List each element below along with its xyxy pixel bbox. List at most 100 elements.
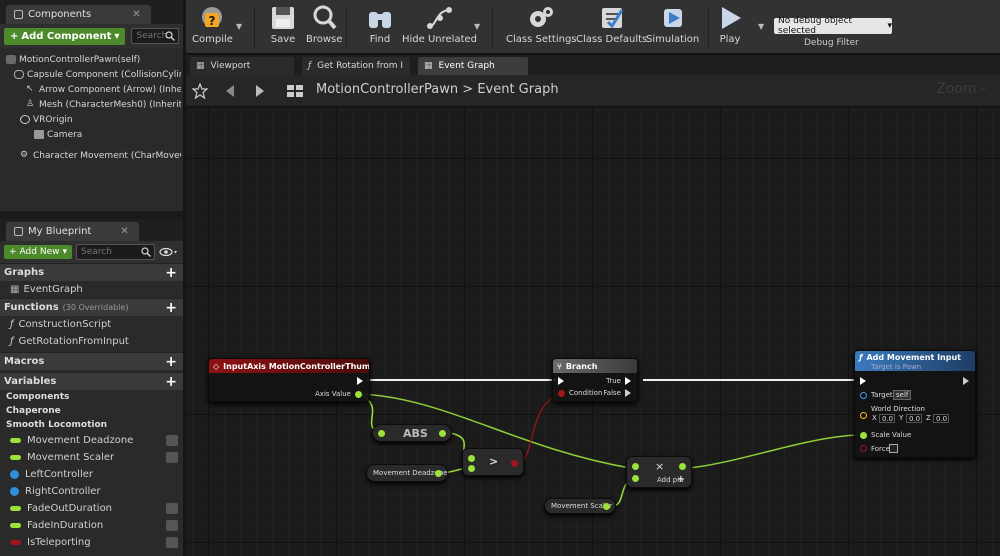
force-checkbox[interactable] (889, 444, 898, 453)
variable-item[interactable]: FadeOutDuration (0, 500, 183, 517)
back-arrow-icon[interactable] (222, 83, 238, 99)
compile-options-icon[interactable]: ▼ (236, 22, 242, 31)
compile-button[interactable]: ? Compile (192, 4, 233, 45)
variable-item[interactable]: LeftController (0, 466, 183, 483)
variable-category-smooth-locomotion[interactable]: Smooth Locomotion (0, 418, 183, 432)
myblueprint-search[interactable] (76, 244, 155, 260)
tree-item-camera[interactable]: Camera (2, 127, 181, 142)
find-button[interactable]: Find (366, 4, 394, 45)
exec-in-pin[interactable] (860, 377, 866, 385)
vector-y-field[interactable]: 0.0 (906, 414, 922, 423)
hide-unrelated-button[interactable]: Hide Unrelated (402, 4, 477, 45)
compare-a-pin[interactable] (468, 455, 475, 462)
debug-object-select[interactable]: No debug object selected ▾ (774, 16, 892, 36)
variable-item[interactable]: Movement Deadzone (0, 432, 183, 449)
node-input-axis[interactable]: ◇ InputAxis MotionControllerThumbLeft_X … (208, 358, 370, 402)
tree-item-mesh[interactable]: ♙ Mesh (CharacterMesh0) (Inherited) (2, 97, 181, 112)
components-search[interactable] (131, 28, 179, 44)
condition-pin[interactable] (558, 390, 565, 397)
variable-item[interactable]: Movement Scaler (0, 449, 183, 466)
visibility-toggle-icon[interactable] (166, 537, 178, 548)
tab-get-rotation[interactable]: ƒ Get Rotation from I (302, 57, 410, 75)
panel-divider[interactable] (0, 211, 183, 219)
tab-event-graph[interactable]: ▦ Event Graph (418, 57, 528, 75)
add-variable-icon[interactable]: + (165, 374, 177, 390)
exec-in-pin[interactable] (558, 377, 564, 385)
world-direction-pin[interactable] (860, 412, 867, 419)
browse-button[interactable]: Browse (306, 4, 342, 45)
tab-viewport[interactable]: ▦ Viewport (190, 57, 294, 75)
hide-unrelated-options-icon[interactable]: ▼ (474, 22, 480, 31)
node-scaler-getter[interactable]: Movement Scaler (544, 498, 616, 514)
breadcrumb-graph[interactable]: Event Graph (477, 82, 558, 97)
breadcrumb-blueprint[interactable]: MotionControllerPawn (316, 82, 458, 97)
force-pin[interactable] (860, 445, 867, 452)
function-item-construction[interactable]: ƒ ConstructionScript (0, 316, 183, 333)
components-tab[interactable]: Components ✕ (6, 5, 151, 24)
event-graph-canvas[interactable]: ◇ InputAxis MotionControllerThumbLeft_X … (186, 108, 1000, 556)
myblueprint-tab[interactable]: My Blueprint ✕ (6, 222, 139, 241)
add-new-button[interactable]: + Add New ▾ (4, 245, 72, 259)
tree-item-charmove[interactable]: ⚙ Character Movement (CharMoveCom (2, 148, 181, 163)
node-greater-than[interactable]: > (462, 448, 524, 476)
variable-item[interactable]: FadeInDuration (0, 517, 183, 534)
abs-out-pin[interactable] (439, 430, 446, 437)
class-defaults-button[interactable]: Class Defaults (576, 4, 647, 45)
node-deadzone-getter[interactable]: Movement Deadzone (366, 464, 448, 482)
eye-icon[interactable] (159, 247, 179, 257)
abs-in-pin[interactable] (378, 430, 385, 437)
graphs-section[interactable]: Graphs + (0, 263, 183, 281)
add-macro-icon[interactable]: + (165, 354, 177, 370)
compare-b-pin[interactable] (468, 465, 475, 472)
exec-out-pin[interactable] (963, 377, 969, 385)
close-icon[interactable]: ✕ (132, 9, 140, 20)
tree-item-arrow[interactable]: ↖ Arrow Component (Arrow) (Inherite (2, 82, 181, 97)
scaler-out-pin[interactable] (603, 503, 610, 510)
tree-item-capsule[interactable]: Capsule Component (CollisionCylinde (2, 67, 181, 82)
tree-item-self[interactable]: MotionControllerPawn(self) (2, 52, 181, 67)
add-component-button[interactable]: + Add Component ▾ (4, 27, 126, 45)
node-multiply[interactable]: × Add pin + (626, 456, 692, 488)
node-branch[interactable]: ⑂ Branch True Condition False (552, 358, 638, 402)
visibility-toggle-icon[interactable] (166, 435, 178, 446)
variable-item[interactable]: RightController (0, 483, 183, 500)
compare-out-pin[interactable] (511, 460, 518, 467)
functions-section[interactable]: Functions (30 Overridable) + (0, 298, 183, 316)
tree-item-vrorigin[interactable]: VROrigin (2, 112, 181, 127)
true-pin[interactable] (625, 377, 631, 385)
false-pin[interactable] (625, 389, 631, 397)
variable-category-chaperone[interactable]: Chaperone (0, 404, 183, 418)
macros-section[interactable]: Macros + (0, 352, 183, 370)
star-icon[interactable] (192, 83, 208, 99)
target-pin[interactable] (860, 392, 867, 399)
exec-out-pin[interactable] (357, 377, 363, 385)
visibility-toggle-icon[interactable] (166, 520, 178, 531)
variable-item[interactable]: IsTeleporting (0, 534, 183, 551)
node-abs[interactable]: ABS (372, 424, 452, 442)
vector-z-field[interactable]: 0.0 (933, 414, 949, 423)
visibility-toggle-icon[interactable] (166, 452, 178, 463)
variable-category-components[interactable]: Components (0, 390, 183, 404)
simulation-button[interactable]: Simulation (646, 4, 699, 45)
node-add-movement-input[interactable]: ƒ Add Movement Input Target is Pawn Targ… (854, 350, 976, 458)
play-button[interactable]: Play (716, 4, 744, 45)
deadzone-out-pin[interactable] (435, 470, 442, 477)
scale-value-pin[interactable] (860, 432, 867, 439)
graph-item-eventgraph[interactable]: ▦ EventGraph (0, 281, 183, 298)
multiply-b-pin[interactable] (632, 475, 639, 482)
axis-value-pin[interactable] (355, 391, 362, 398)
close-icon[interactable]: ✕ (120, 226, 128, 237)
forward-arrow-icon[interactable] (252, 83, 268, 99)
class-settings-button[interactable]: Class Settings (506, 4, 577, 45)
plus-icon[interactable]: + (677, 474, 685, 485)
function-item-getrotation[interactable]: ƒ GetRotationFromInput (0, 333, 183, 350)
multiply-a-pin[interactable] (632, 463, 639, 470)
visibility-toggle-icon[interactable] (166, 503, 178, 514)
vector-x-field[interactable]: 0.0 (879, 414, 895, 423)
multiply-out-pin[interactable] (679, 463, 686, 470)
save-button[interactable]: Save (270, 4, 296, 45)
play-options-icon[interactable]: ▼ (758, 22, 764, 31)
variables-section[interactable]: Variables + (0, 372, 183, 390)
add-graph-icon[interactable]: + (165, 265, 177, 281)
add-function-icon[interactable]: + (165, 300, 177, 316)
